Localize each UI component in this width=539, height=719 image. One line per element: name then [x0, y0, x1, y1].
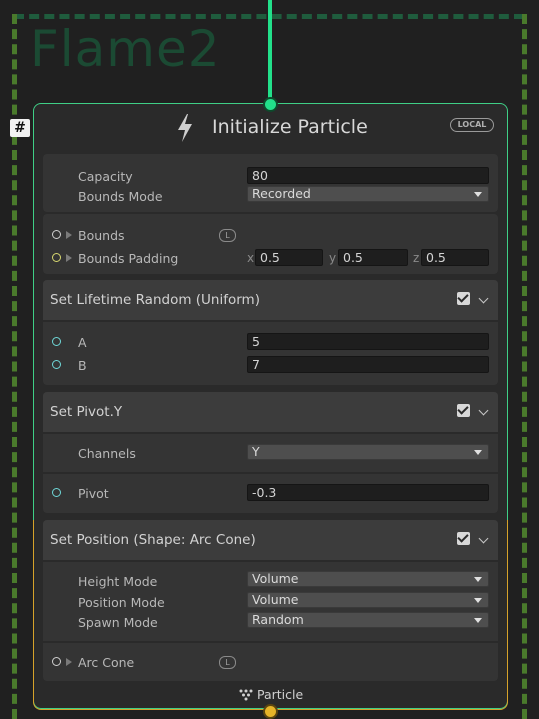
- flow-output-port[interactable]: [263, 704, 278, 719]
- position-mode-dropdown[interactable]: Volume: [247, 592, 489, 608]
- divider: [43, 641, 498, 643]
- pivot-enable-checkbox[interactable]: [457, 404, 470, 417]
- dropdown-arrow-icon: [474, 598, 482, 603]
- position-mode-value: Volume: [252, 592, 299, 607]
- space-toggle[interactable]: LOCAL: [450, 118, 494, 132]
- bounds-mode-value: Recorded: [252, 186, 311, 201]
- bounds-label: Bounds: [78, 228, 125, 243]
- lightning-icon: [178, 114, 192, 142]
- bounds-space-badge[interactable]: L: [219, 229, 236, 242]
- particle-icon: [239, 689, 253, 701]
- channels-value: Y: [252, 444, 260, 459]
- spawn-mode-value: Random: [252, 612, 304, 627]
- sticky-badge[interactable]: #: [10, 119, 30, 137]
- bounds-padding-x-field[interactable]: 0.5: [255, 249, 323, 266]
- dropdown-arrow-icon: [474, 618, 482, 623]
- b-port[interactable]: [52, 360, 61, 369]
- lifetime-enable-checkbox[interactable]: [457, 292, 470, 305]
- y-axis-label: y: [329, 251, 337, 265]
- dropdown-arrow-icon: [474, 577, 482, 582]
- bounds-padding-y-field[interactable]: 0.5: [338, 249, 408, 266]
- x-axis-label: x: [247, 251, 255, 265]
- arc-cone-space-badge[interactable]: L: [219, 656, 236, 669]
- b-label: B: [78, 358, 87, 373]
- arc-cone-label: Arc Cone: [78, 655, 135, 670]
- pivot-label: Pivot: [78, 486, 109, 501]
- height-mode-dropdown[interactable]: Volume: [247, 571, 489, 587]
- channels-label: Channels: [78, 446, 136, 461]
- capacity-field[interactable]: 80: [247, 167, 489, 184]
- pivot-port[interactable]: [52, 488, 61, 497]
- arc-cone-port[interactable]: [52, 657, 61, 666]
- bounds-expand-icon[interactable]: [66, 231, 72, 239]
- bounds-mode-label: Bounds Mode: [78, 189, 163, 204]
- position-enable-checkbox[interactable]: [457, 532, 470, 545]
- lifetime-block-title: Set Lifetime Random (Uniform): [50, 292, 260, 308]
- context-title: Initialize Particle: [212, 116, 368, 138]
- flow-edge[interactable]: [268, 0, 272, 103]
- capacity-label: Capacity: [78, 169, 133, 184]
- channels-dropdown[interactable]: Y: [247, 444, 489, 460]
- bounds-padding-label: Bounds Padding: [78, 251, 179, 266]
- z-axis-label: z: [413, 251, 420, 265]
- position-block-title: Set Position (Shape: Arc Cone): [50, 532, 256, 548]
- position-mode-label: Position Mode: [78, 595, 165, 610]
- height-mode-value: Volume: [252, 571, 299, 586]
- output-label: Particle: [257, 687, 304, 702]
- pivot-block-header[interactable]: Set Pivot.Y: [43, 392, 498, 432]
- spawn-mode-dropdown[interactable]: Random: [247, 612, 489, 628]
- bounds-port[interactable]: [52, 230, 61, 239]
- divider: [43, 432, 498, 434]
- lifetime-block-header[interactable]: Set Lifetime Random (Uniform): [43, 280, 498, 320]
- divider: [43, 320, 498, 322]
- spawn-mode-label: Spawn Mode: [78, 615, 158, 630]
- dropdown-arrow-icon: [474, 192, 482, 197]
- divider: [43, 472, 498, 474]
- position-block-header[interactable]: Set Position (Shape: Arc Cone): [43, 520, 498, 560]
- bounds-mode-dropdown[interactable]: Recorded: [247, 186, 489, 202]
- bounds-padding-z-field[interactable]: 0.5: [421, 249, 489, 266]
- bounds-padding-expand-icon[interactable]: [66, 254, 72, 262]
- system-border-right: [522, 14, 527, 719]
- flow-input-port[interactable]: [263, 97, 278, 112]
- pivot-block-title: Set Pivot.Y: [50, 404, 123, 420]
- a-port[interactable]: [52, 337, 61, 346]
- pivot-field[interactable]: -0.3: [247, 484, 489, 501]
- arc-cone-expand-icon[interactable]: [66, 658, 72, 666]
- b-field[interactable]: 7: [247, 356, 489, 373]
- bounds-padding-port[interactable]: [52, 253, 61, 262]
- a-field[interactable]: 5: [247, 333, 489, 350]
- height-mode-label: Height Mode: [78, 574, 158, 589]
- divider: [43, 560, 498, 562]
- system-title[interactable]: Flame2: [30, 20, 221, 78]
- dropdown-arrow-icon: [474, 450, 482, 455]
- a-label: A: [78, 335, 87, 350]
